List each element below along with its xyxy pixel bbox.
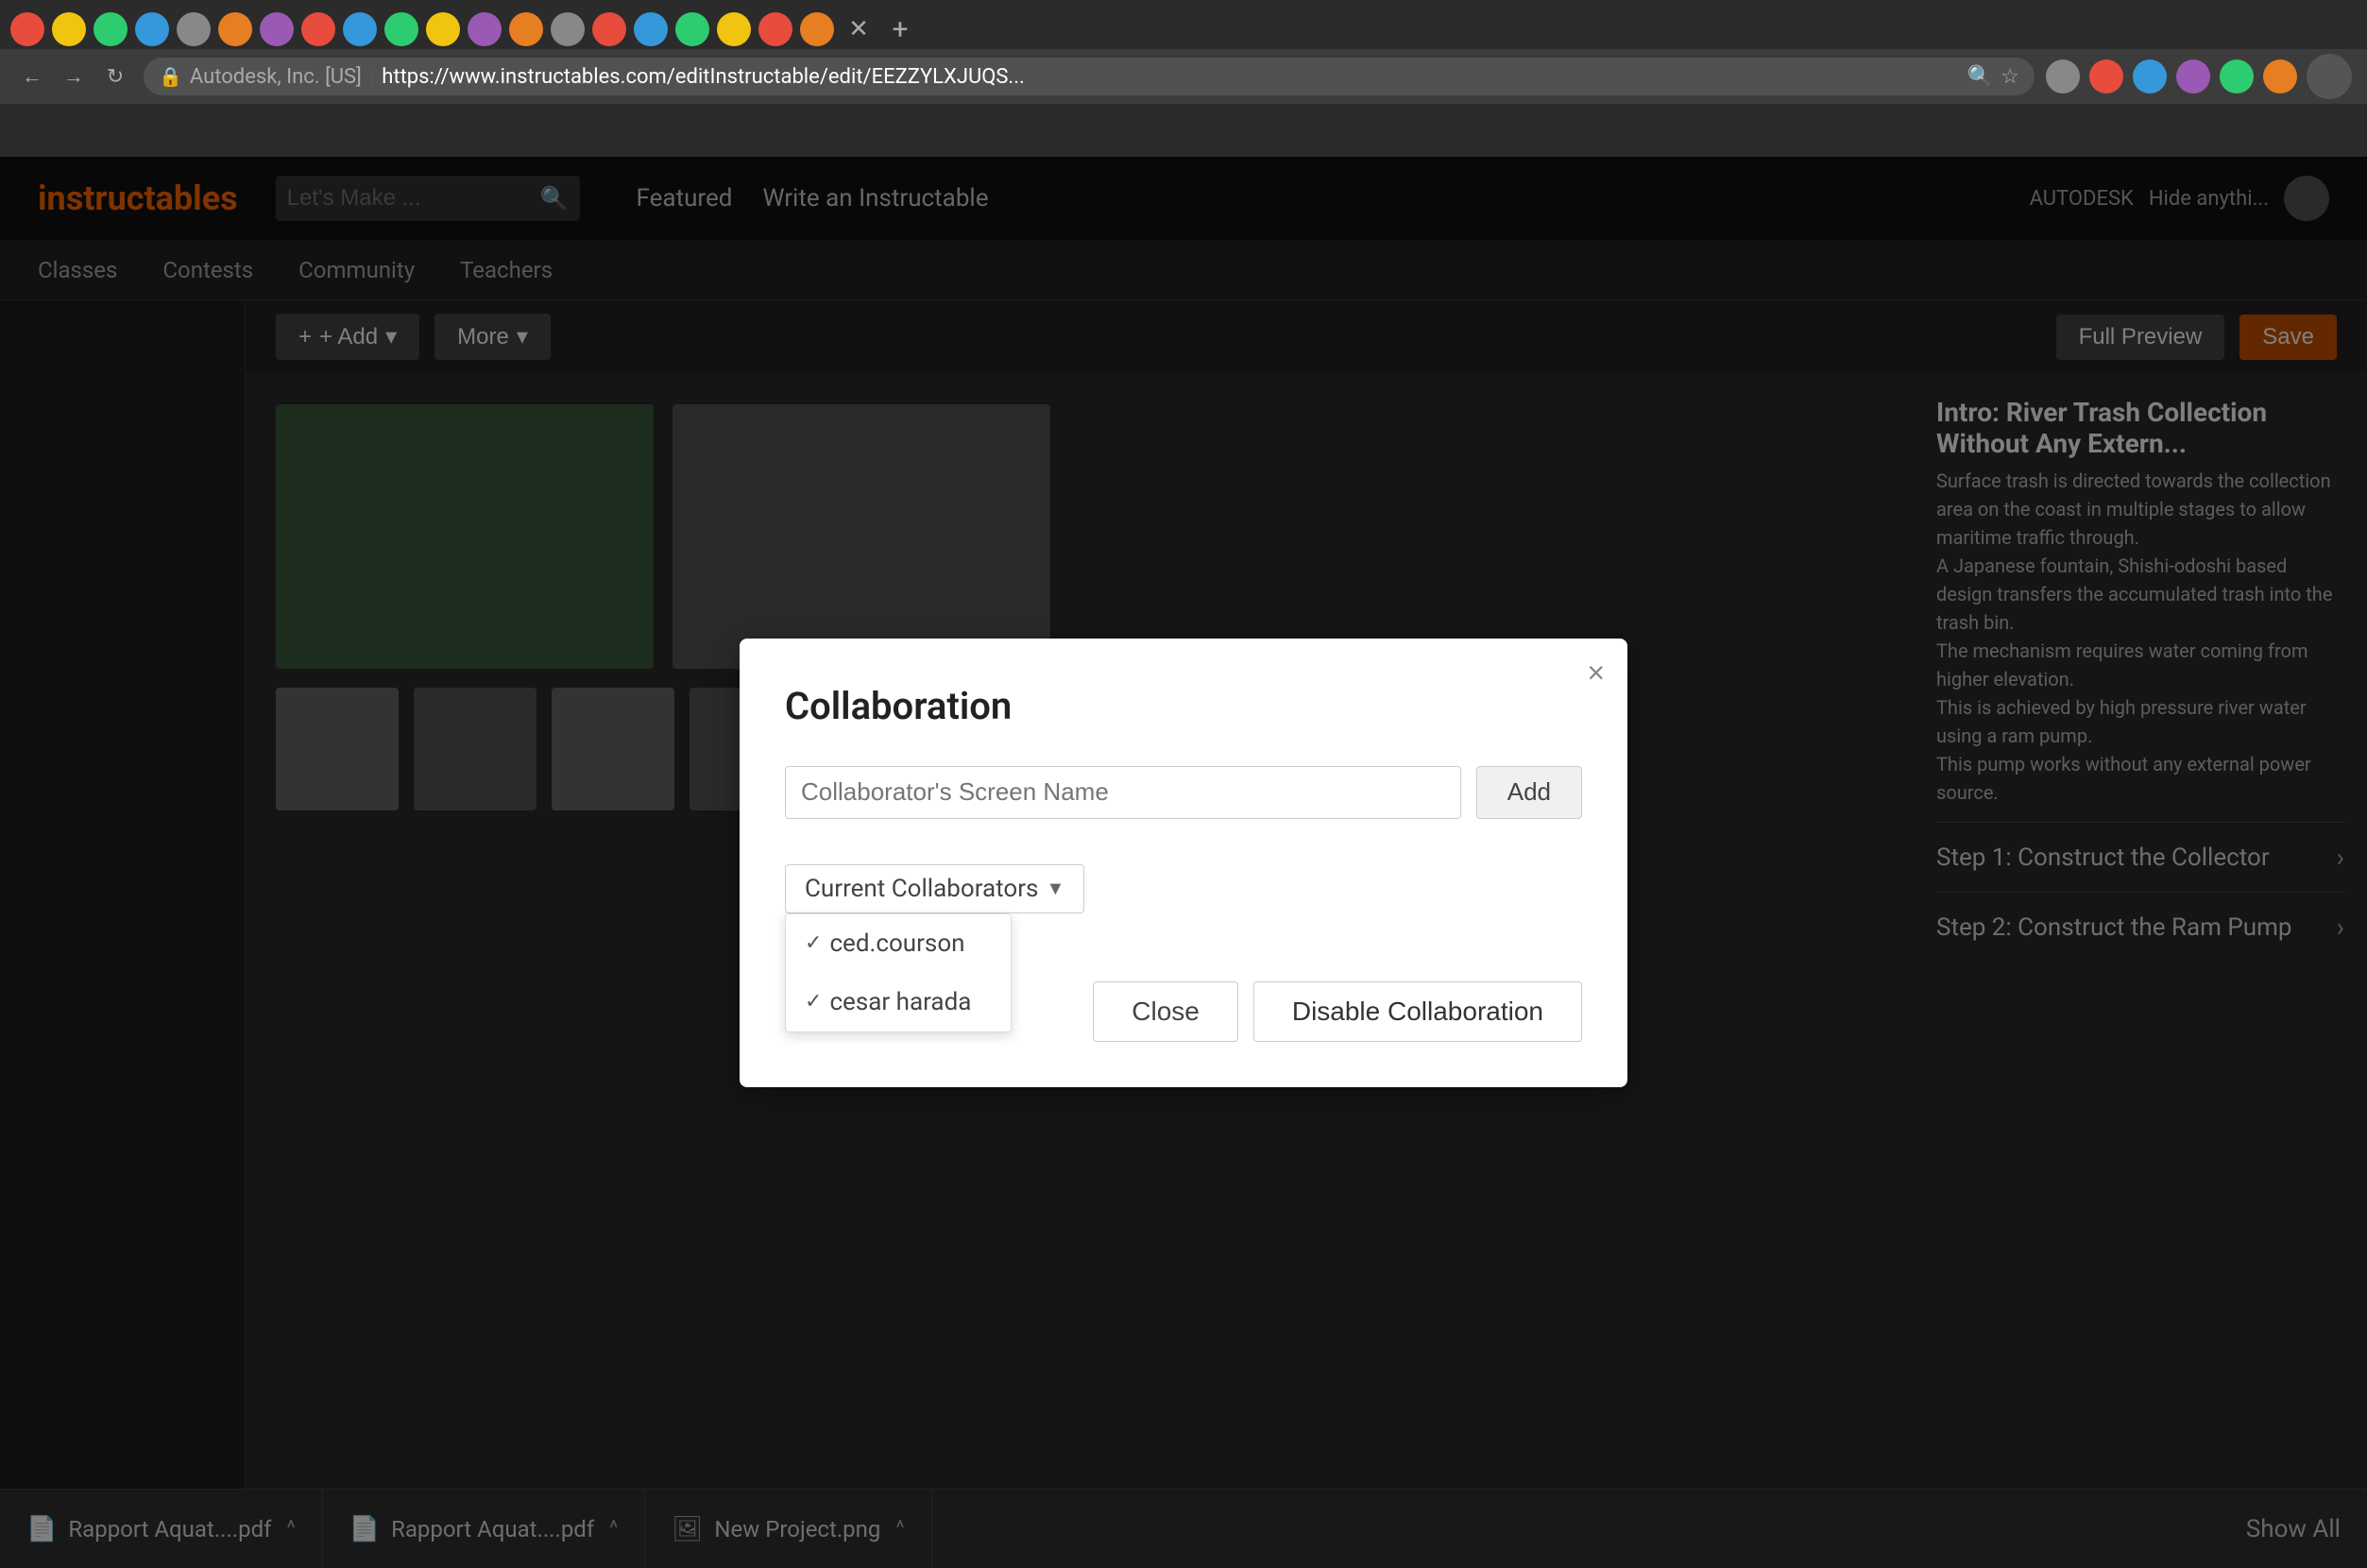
collaborator-name-1: cesar harada	[829, 988, 971, 1016]
extension-icon-2[interactable]	[2089, 60, 2123, 94]
extension-icon-3[interactable]	[2133, 60, 2167, 94]
dropdown-menu: ✓ ced.courson ✓ cesar harada	[785, 913, 1012, 1032]
modal-title: Collaboration	[785, 684, 1582, 728]
collaborator-item-1[interactable]: ✓ cesar harada	[786, 973, 1011, 1031]
extension-icon-5[interactable]	[2220, 60, 2254, 94]
tab-favicon-11[interactable]	[423, 9, 463, 49]
tab-favicon-9[interactable]	[340, 9, 380, 49]
tab-favicon-20[interactable]	[797, 9, 837, 49]
collaborator-name-input[interactable]	[785, 766, 1461, 819]
extension-icon-6[interactable]	[2263, 60, 2297, 94]
tab-favicon-10[interactable]	[382, 9, 421, 49]
check-icon-1: ✓	[805, 990, 822, 1014]
add-collaborator-button[interactable]: Add	[1476, 766, 1582, 819]
modal-close-button[interactable]: ×	[1587, 657, 1605, 688]
tab-favicon-15[interactable]	[589, 9, 629, 49]
tab-favicon-7[interactable]	[257, 9, 297, 49]
collaboration-modal: × Collaboration Add Current Collaborator…	[740, 639, 1627, 1087]
tab-favicon-17[interactable]	[673, 9, 712, 49]
browser-chrome: ✕ + ← → ↻ 🔒 Autodesk, Inc. [US] | https:…	[0, 0, 2367, 104]
tab-favicon-3[interactable]	[91, 9, 130, 49]
forward-button[interactable]: →	[57, 60, 91, 94]
tab-favicon-2[interactable]	[49, 9, 89, 49]
tab-favicon-6[interactable]	[215, 9, 255, 49]
tab-favicon-13[interactable]	[506, 9, 546, 49]
lock-icon: 🔒	[159, 65, 182, 88]
check-icon-0: ✓	[805, 931, 822, 955]
address-bar[interactable]: 🔒 Autodesk, Inc. [US] | https://www.inst…	[144, 58, 2035, 95]
tab-favicon-8[interactable]	[298, 9, 338, 49]
nav-buttons: ← → ↻	[15, 60, 132, 94]
extension-icon-1[interactable]	[2046, 60, 2080, 94]
profile-icon[interactable]	[2307, 54, 2352, 99]
tab-favicon-5[interactable]	[174, 9, 213, 49]
collaborator-input-row: Add	[785, 766, 1582, 819]
collaborator-item-0[interactable]: ✓ ced.courson	[786, 914, 1011, 973]
address-bar-row: ← → ↻ 🔒 Autodesk, Inc. [US] | https://ww…	[0, 49, 2367, 104]
tab-new[interactable]: +	[880, 9, 920, 49]
tab-favicon-18[interactable]	[714, 9, 754, 49]
tab-bar: ✕ +	[0, 0, 2367, 49]
back-button[interactable]: ←	[15, 60, 49, 94]
tab-favicon-16[interactable]	[631, 9, 671, 49]
extension-icon-4[interactable]	[2176, 60, 2210, 94]
disable-collaboration-button[interactable]: Disable Collaboration	[1253, 981, 1582, 1042]
dropdown-wrapper: Current Collaborators ▼ ✓ ced.courson ✓ …	[785, 864, 1084, 913]
url-text: https://www.instructables.com/editInstru…	[382, 65, 1960, 89]
tab-close[interactable]: ✕	[839, 9, 878, 49]
browser-icons-right	[2046, 54, 2352, 99]
bookmark-icon[interactable]: ☆	[2001, 65, 2019, 89]
modal-overlay: × Collaboration Add Current Collaborator…	[0, 157, 2367, 1568]
page-background: instructables 🔍 Featured Write an Instru…	[0, 157, 2367, 1568]
dropdown-arrow-icon: ▼	[1046, 877, 1064, 900]
tab-favicon-4[interactable]	[132, 9, 172, 49]
current-collaborators-dropdown[interactable]: Current Collaborators ▼	[785, 864, 1084, 913]
search-icon[interactable]: 🔍	[1967, 65, 1993, 89]
company-label: Autodesk, Inc. [US]	[190, 65, 362, 89]
tab-favicon-19[interactable]	[756, 9, 795, 49]
tab-favicon-12[interactable]	[465, 9, 504, 49]
tab-favicon-14[interactable]	[548, 9, 587, 49]
tab-favicon-1[interactable]	[8, 9, 47, 49]
close-button[interactable]: Close	[1093, 981, 1238, 1042]
collaborator-name-0: ced.courson	[829, 929, 964, 958]
dropdown-label: Current Collaborators	[805, 875, 1038, 903]
reload-button[interactable]: ↻	[98, 60, 132, 94]
